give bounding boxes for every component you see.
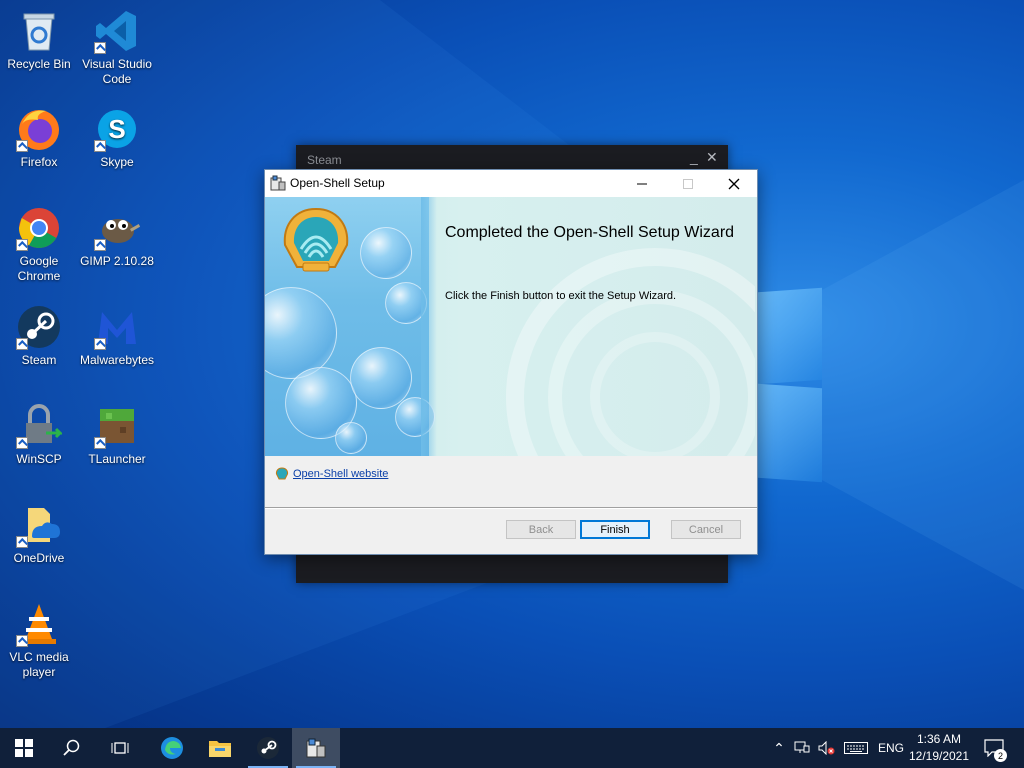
open-shell-small-icon [275,467,289,480]
banner-watermark [506,248,755,456]
start-button[interactable] [0,728,48,768]
desktop-icon-label: GIMP 2.10.28 [80,254,154,268]
gimp-icon [94,205,140,251]
dialog-title: Open-Shell Setup [290,176,385,190]
minimize-icon[interactable]: _ [690,149,698,165]
onedrive-icon [16,502,62,548]
steam-window-title: Steam [307,153,342,167]
desktop-icon-label: Recycle Bin [7,57,71,71]
minimize-icon [637,183,647,184]
clock-date: 12/19/2021 [908,749,970,763]
desktop-icon-gimp[interactable]: GIMP 2.10.28 [78,205,156,269]
taskbar-steam[interactable] [244,728,292,768]
edge-icon [161,737,183,759]
setup-dialog[interactable]: Open-Shell Setup Completed the Open-Shel… [264,169,758,555]
firefox-icon [16,106,62,152]
task-view-button[interactable] [96,728,144,768]
desktop-icon-label: Malwarebytes [79,353,155,367]
desktop-icon-label: TLauncher [88,452,146,466]
desktop-icon-label: WinSCP [16,452,62,466]
winscp-icon [16,403,62,449]
installer-icon [306,738,326,758]
open-shell-logo-icon [283,207,349,272]
taskbar-file-explorer[interactable] [196,728,244,768]
finish-button[interactable]: Finish [580,520,650,539]
steam-icon [257,737,279,759]
desktop-icon-onedrive[interactable]: OneDrive [0,502,78,566]
desktop-icon-vscode[interactable]: Visual Studio Code [78,8,156,87]
dialog-titlebar[interactable]: Open-Shell Setup [265,170,757,197]
taskbar-edge[interactable] [148,728,196,768]
steam-icon [16,304,62,350]
clock-time: 1:36 AM [916,732,962,746]
desktop-icon-firefox[interactable]: Firefox [0,106,78,170]
cancel-button: Cancel [671,520,741,539]
vscode-icon [94,8,140,54]
button-separator [265,507,757,509]
wizard-description: Click the Finish button to exit the Setu… [445,290,677,302]
desktop-icon-label: Firefox [20,155,58,169]
search-icon [63,739,80,756]
maximize-icon [683,178,693,189]
task-view-icon [111,742,129,754]
desktop-icon-tlauncher[interactable]: TLauncher [78,403,156,467]
wizard-heading: Completed the Open-Shell Setup Wizard [445,224,735,241]
desktop-icon-vlc[interactable]: VLC media player [0,601,78,680]
desktop-icon-malwarebytes[interactable]: Malwarebytes [78,304,156,368]
vlc-icon [16,601,62,647]
chevron-up-icon[interactable]: ⌃ [770,740,788,757]
language-indicator[interactable]: ENG [878,741,904,755]
tlauncher-icon [94,403,140,449]
taskbar-clock[interactable]: 1:36 AM 12/19/2021 [904,731,974,765]
close-icon[interactable]: ✕ [706,149,718,166]
desktop-icon-label: VLC media player [9,650,69,679]
taskbar: ⌃ ENG 1:36 AM 12/19/2021 2 [0,728,1024,768]
wizard-banner: Completed the Open-Shell Setup Wizard Cl… [265,197,757,456]
chrome-icon [16,205,62,251]
network-icon[interactable] [794,741,810,755]
close-icon [728,178,740,189]
keyboard-icon[interactable] [844,742,868,754]
installer-icon [270,175,286,191]
volume-muted-icon[interactable] [818,741,836,755]
malwarebytes-icon [94,304,140,350]
desktop-icon-label: Skype [100,155,134,169]
maximize-button [665,170,711,197]
open-shell-website-link[interactable]: Open-Shell website [293,468,388,480]
recycle-bin-icon [16,8,62,54]
back-button: Back [506,520,576,539]
desktop-icon-label: Google Chrome [17,254,61,283]
search-button[interactable] [48,728,96,768]
desktop-icon-skype[interactable]: S Skype [78,106,156,170]
desktop-icon-steam[interactable]: Steam [0,304,78,368]
svg-text:S: S [108,114,125,144]
taskbar-open-shell-setup[interactable] [292,728,340,768]
desktop-icon-label: Steam [21,353,57,367]
close-button[interactable] [711,170,757,197]
windows-start-icon [15,739,33,757]
desktop-icon-chrome[interactable]: Google Chrome [0,205,78,284]
desktop-icon-recycle-bin[interactable]: Recycle Bin [0,8,78,72]
notification-center-button[interactable]: 2 [980,728,1008,768]
minimize-button[interactable] [619,170,665,197]
desktop-icon-label: OneDrive [13,551,65,565]
system-tray: ⌃ ENG [770,728,904,768]
notification-badge: 2 [994,749,1007,762]
folder-icon [209,741,231,757]
skype-icon: S [94,106,140,152]
desktop-icon-label: Visual Studio Code [82,57,152,86]
website-link-row[interactable]: Open-Shell website [275,467,388,480]
desktop-icon-winscp[interactable]: WinSCP [0,403,78,467]
